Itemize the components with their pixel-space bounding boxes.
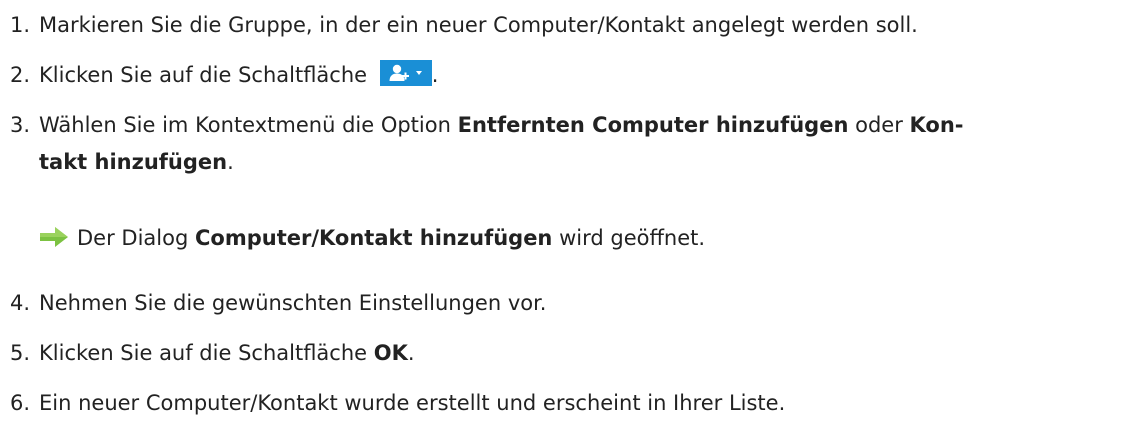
option-name: Entfernten Computer hinzufügen xyxy=(457,113,849,137)
green-arrow-icon xyxy=(39,226,69,248)
step-number: 3. xyxy=(10,113,31,137)
text-segment: Der Dialog xyxy=(77,226,189,250)
text-segment: . xyxy=(407,341,415,365)
option-name: Kon- xyxy=(909,113,964,137)
step-result: Der Dialog Computer/Kontakt hinzufügen w… xyxy=(39,223,705,253)
text-segment: Wählen Sie im Kontextmenü die Option xyxy=(39,113,451,137)
step-text-pre: Klicken Sie auf die Schaltfläche xyxy=(39,63,368,87)
step-text-line-2: takt hinzufügen. xyxy=(39,147,234,177)
step-text: Klicken Sie auf die Schaltfläche . xyxy=(39,60,438,90)
option-name: takt hinzufügen xyxy=(39,150,228,174)
step-number: 5. xyxy=(10,341,31,365)
step-text: Nehmen Sie die gewünschten Einstellungen… xyxy=(39,291,547,315)
step-text-line-1: Wählen Sie im Kontextmenü die Option Ent… xyxy=(39,110,964,140)
step-number: 4. xyxy=(10,291,31,315)
step-text: Ein neuer Computer/Kontakt wurde erstell… xyxy=(39,391,786,415)
text-segment: Klicken Sie auf die Schaltfläche xyxy=(39,341,368,365)
text-segment: oder xyxy=(855,113,903,137)
step-number: 1. xyxy=(10,13,31,37)
step-number: 6. xyxy=(10,391,31,415)
text-segment: wird geöffnet. xyxy=(559,226,706,250)
step-number: 2. xyxy=(10,63,31,87)
step-text: Markieren Sie die Gruppe, in der ein neu… xyxy=(39,13,918,37)
add-contact-dropdown-icon xyxy=(379,60,432,86)
step-text: Klicken Sie auf die Schaltfläche OK. xyxy=(39,338,415,368)
text-segment: . xyxy=(227,150,234,174)
step-text-post: . xyxy=(431,63,439,87)
dialog-name: Computer/Kontakt hinzufügen xyxy=(194,226,553,250)
button-name: OK xyxy=(373,341,408,365)
